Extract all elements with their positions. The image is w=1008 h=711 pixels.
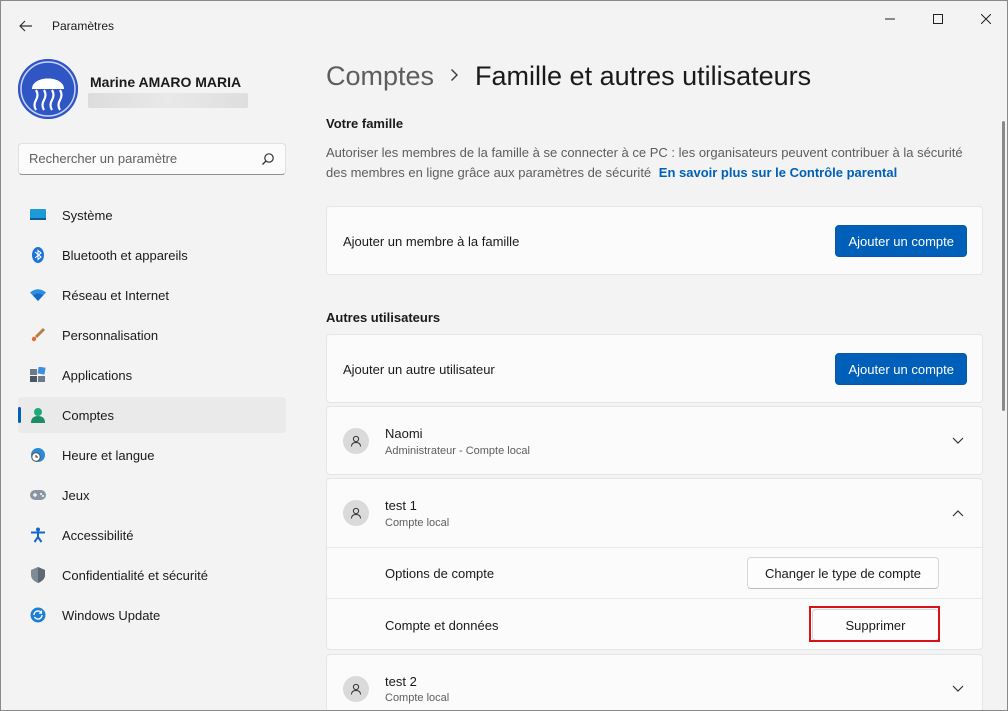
other-users-section-title: Autres utilisateurs xyxy=(326,310,441,325)
page-title: Famille et autres utilisateurs xyxy=(475,61,812,91)
person-icon xyxy=(30,407,46,423)
parental-control-link[interactable]: En savoir plus sur le Contrôle parental xyxy=(659,165,897,180)
add-family-label: Ajouter un membre à la famille xyxy=(343,234,520,249)
sidebar-item-label: Bluetooth et appareils xyxy=(62,248,188,263)
apps-icon xyxy=(30,367,46,383)
sidebar-item-label: Accessibilité xyxy=(62,528,134,543)
jellyfish-avatar-icon xyxy=(18,59,78,119)
sidebar-item-accessibilite[interactable]: Accessibilité xyxy=(18,517,286,553)
accessibility-icon xyxy=(30,527,46,543)
sidebar-item-jeux[interactable]: Jeux xyxy=(18,477,286,513)
sidebar-item-label: Heure et langue xyxy=(62,448,155,463)
user-avatar xyxy=(343,676,369,702)
user-subtitle: Administrateur - Compte local xyxy=(385,445,530,457)
maximize-button[interactable] xyxy=(915,5,961,33)
user-name: test 1 xyxy=(385,498,417,513)
update-icon xyxy=(30,607,46,623)
user-name: Naomi xyxy=(385,426,423,441)
user-card-test1: test 1 Compte local Options de compte Ch… xyxy=(326,478,983,650)
user-subtitle: Compte local xyxy=(385,692,450,704)
back-button[interactable] xyxy=(13,13,39,39)
user-name: test 2 xyxy=(385,674,417,689)
person-icon xyxy=(351,435,361,447)
clock-globe-icon xyxy=(30,447,46,463)
divider xyxy=(327,547,982,548)
breadcrumb: Comptes Famille et autres utilisateurs xyxy=(326,61,811,92)
title-bar: Paramètres xyxy=(1,1,1007,49)
user-avatar xyxy=(343,428,369,454)
shield-icon xyxy=(30,567,46,583)
user-card-test2[interactable]: test 2 Compte local xyxy=(326,654,983,710)
back-arrow-icon xyxy=(19,20,32,32)
sidebar-item-heure-langue[interactable]: Heure et langue xyxy=(18,437,286,473)
search-icon[interactable] xyxy=(261,152,275,166)
chevron-up-icon[interactable] xyxy=(950,505,966,521)
sidebar-item-label: Personnalisation xyxy=(62,328,159,343)
user-subtitle: Compte local xyxy=(385,517,450,529)
sidebar-item-windows-update[interactable]: Windows Update xyxy=(18,597,286,633)
sidebar-item-label: Réseau et Internet xyxy=(62,288,169,303)
add-family-card: Ajouter un membre à la famille Ajouter u… xyxy=(326,206,983,275)
user-card-naomi[interactable]: Naomi Administrateur - Compte local xyxy=(326,406,983,475)
add-other-user-label: Ajouter un autre utilisateur xyxy=(343,362,495,377)
user-avatar xyxy=(343,500,369,526)
user-email-redacted xyxy=(88,93,248,108)
close-icon xyxy=(981,14,991,24)
chevron-down-icon[interactable] xyxy=(950,681,966,697)
settings-window: Paramètres Marine AMARO MARIA Rechercher… xyxy=(0,0,1008,711)
display-icon xyxy=(30,207,46,223)
sidebar-item-label: Applications xyxy=(62,368,133,383)
search-input[interactable] xyxy=(29,151,249,166)
add-other-user-account-button[interactable]: Ajouter un compte xyxy=(835,353,967,385)
minimize-icon xyxy=(885,18,895,20)
gamepad-icon xyxy=(30,487,46,503)
sidebar-item-label: Confidentialité et sécurité xyxy=(62,568,208,583)
delete-account-button[interactable]: Supprimer xyxy=(812,609,939,641)
sidebar-item-applications[interactable]: Applications xyxy=(18,357,286,393)
divider xyxy=(327,598,982,599)
sidebar-item-reseau[interactable]: Réseau et Internet xyxy=(18,277,286,313)
account-options-label: Options de compte xyxy=(385,566,495,581)
family-section-title: Votre famille xyxy=(326,116,404,131)
scrollbar[interactable] xyxy=(1002,121,1005,411)
sidebar-item-label: Windows Update xyxy=(62,608,161,623)
search-box[interactable] xyxy=(18,143,286,175)
sidebar-nav: Système Bluetooth et appareils Réseau et… xyxy=(18,197,286,637)
change-account-type-button[interactable]: Changer le type de compte xyxy=(747,557,939,589)
avatar[interactable] xyxy=(18,59,78,119)
person-icon xyxy=(351,683,361,695)
sidebar-item-personnalisation[interactable]: Personnalisation xyxy=(18,317,286,353)
person-icon xyxy=(351,507,361,519)
add-other-user-card: Ajouter un autre utilisateur Ajouter un … xyxy=(326,334,983,403)
sidebar-item-confidentialite[interactable]: Confidentialité et sécurité xyxy=(18,557,286,593)
sidebar-item-systeme[interactable]: Système xyxy=(18,197,286,233)
sidebar-item-bluetooth[interactable]: Bluetooth et appareils xyxy=(18,237,286,273)
add-family-account-button[interactable]: Ajouter un compte xyxy=(835,225,967,257)
user-name: Marine AMARO MARIA xyxy=(90,74,242,90)
sidebar-item-label: Jeux xyxy=(62,488,90,503)
app-title: Paramètres xyxy=(52,19,115,33)
brush-icon xyxy=(30,327,46,343)
sidebar-item-comptes[interactable]: Comptes xyxy=(18,397,286,433)
bluetooth-icon xyxy=(30,247,46,263)
chevron-right-icon xyxy=(450,66,459,87)
maximize-icon xyxy=(933,14,943,24)
wifi-icon xyxy=(30,287,46,303)
account-data-label: Compte et données xyxy=(385,618,499,633)
sidebar-item-label: Système xyxy=(62,208,113,223)
chevron-down-icon[interactable] xyxy=(950,433,966,449)
sidebar-item-label: Comptes xyxy=(62,408,115,423)
breadcrumb-parent[interactable]: Comptes xyxy=(326,61,434,92)
family-description: Autoriser les membres de la famille à se… xyxy=(326,143,986,183)
minimize-button[interactable] xyxy=(867,5,913,33)
close-button[interactable] xyxy=(963,5,1007,33)
